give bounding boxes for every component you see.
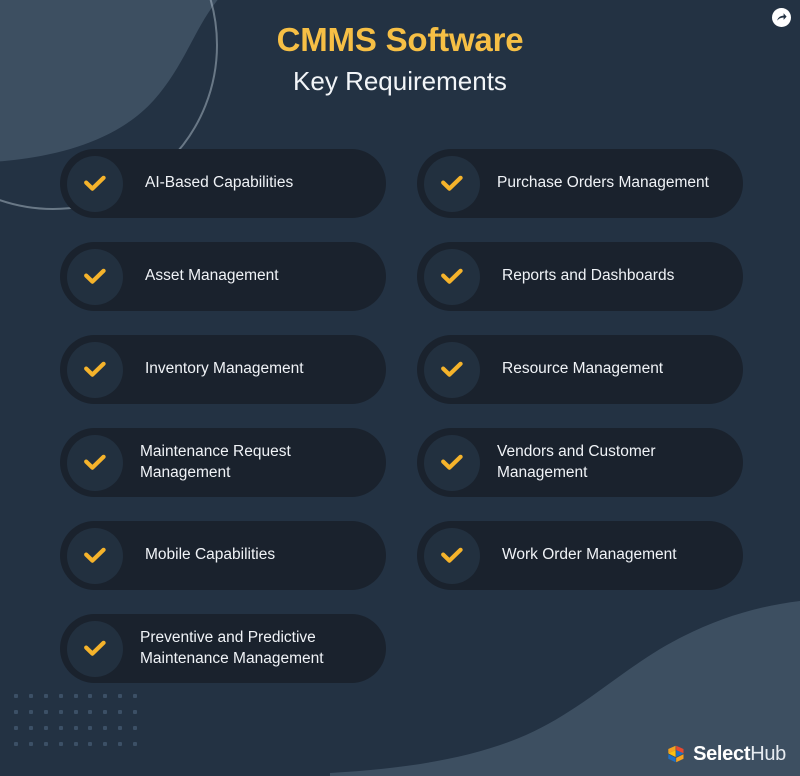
selecthub-logo[interactable]: SelectHub xyxy=(666,744,786,764)
check-icon xyxy=(424,527,480,584)
check-icon xyxy=(67,527,123,584)
requirement-item[interactable]: Vendors and Customer Management xyxy=(417,428,743,497)
check-icon xyxy=(67,341,123,398)
check-icon xyxy=(67,620,123,677)
requirement-label: Purchase Orders Management xyxy=(497,174,709,192)
page-subtitle: Key Requirements xyxy=(293,65,507,96)
requirement-label: Inventory Management xyxy=(145,360,304,378)
requirement-label: Resource Management xyxy=(502,360,664,378)
check-icon xyxy=(424,434,480,491)
logo-wordmark: SelectHub xyxy=(693,744,786,764)
requirement-label: Preventive and Predictive Maintenance Ma… xyxy=(140,629,324,667)
requirements-column-left: AI-Based Capabilities Asset Management Inv… xyxy=(60,149,386,683)
requirements-column-right: Purchase Orders Management Reports and Da… xyxy=(417,149,743,590)
requirement-label: Vendors and Customer Management xyxy=(497,443,656,481)
decorative-dot-grid xyxy=(14,694,148,758)
requirement-item[interactable]: Purchase Orders Management xyxy=(417,149,743,218)
requirement-item[interactable]: Work Order Management xyxy=(417,521,743,590)
page-title: CMMS Software xyxy=(276,21,524,58)
requirement-label: Mobile Capabilities xyxy=(145,546,276,564)
header: CMMS Software Key Requirements xyxy=(0,20,800,98)
requirement-item[interactable]: AI-Based Capabilities xyxy=(60,149,386,218)
requirement-label: Work Order Management xyxy=(502,546,677,564)
requirement-item[interactable]: Inventory Management xyxy=(60,335,386,404)
requirement-item[interactable]: Maintenance Request Management xyxy=(60,428,386,497)
check-icon xyxy=(67,248,123,305)
requirement-item[interactable]: Resource Management xyxy=(417,335,743,404)
selecthub-cube-icon xyxy=(668,745,684,763)
requirement-item[interactable]: Mobile Capabilities xyxy=(60,521,386,590)
check-icon xyxy=(424,248,480,305)
requirement-label: AI-Based Capabilities xyxy=(145,174,294,192)
requirement-item[interactable]: Reports and Dashboards xyxy=(417,242,743,311)
check-icon xyxy=(67,434,123,491)
requirement-item[interactable]: Preventive and Predictive Maintenance Ma… xyxy=(60,614,386,683)
infographic-canvas: CMMS Software Key Requirements AI-Based … xyxy=(0,0,800,776)
requirement-label: Maintenance Request Management xyxy=(140,443,291,481)
requirement-label: Reports and Dashboards xyxy=(502,267,675,285)
requirement-item[interactable]: Asset Management xyxy=(60,242,386,311)
logo-word-hub: Hub xyxy=(750,743,786,765)
check-icon xyxy=(67,155,123,212)
logo-word-select: Select xyxy=(693,743,751,765)
check-icon xyxy=(424,155,480,212)
requirement-label: Asset Management xyxy=(145,267,279,285)
share-arrow-icon[interactable] xyxy=(772,8,791,27)
check-icon xyxy=(424,341,480,398)
